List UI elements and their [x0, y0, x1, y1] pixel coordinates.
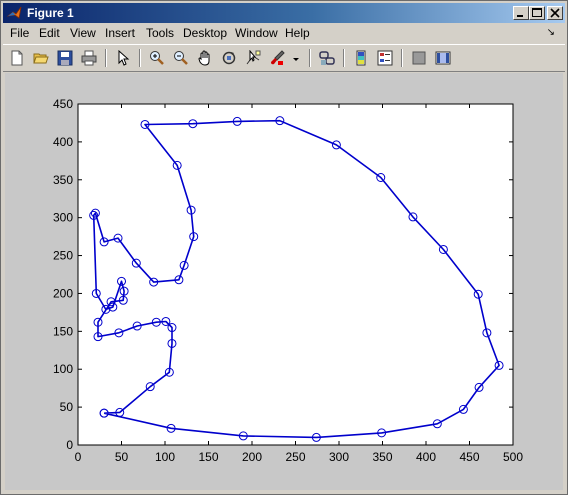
print-icon[interactable]: [79, 48, 99, 68]
menu-bar: File Edit View Insert Tools Desktop Wind…: [3, 24, 565, 43]
axes-box: [77, 103, 514, 446]
x-tick-label: 300: [329, 450, 349, 464]
matlab-logo-icon: [6, 5, 23, 21]
y-tick-label: 100: [53, 362, 73, 376]
menu-insert[interactable]: Insert: [105, 26, 135, 40]
menu-file[interactable]: File: [10, 26, 29, 40]
y-tick-label: 300: [53, 211, 73, 225]
pan-hand-icon[interactable]: [195, 48, 215, 68]
toolbar-separator: [105, 49, 107, 67]
x-tick-label: 100: [155, 450, 175, 464]
x-tick-label: 0: [75, 450, 82, 464]
y-tick-label: 350: [53, 173, 73, 187]
maximize-button[interactable]: [529, 6, 545, 20]
x-tick-label: 400: [416, 450, 436, 464]
open-file-icon[interactable]: [31, 48, 51, 68]
close-button[interactable]: [547, 6, 563, 20]
new-figure-icon[interactable]: [7, 48, 27, 68]
x-tick-label: 150: [198, 450, 218, 464]
y-tick-label: 0: [66, 438, 73, 452]
y-tick-label: 450: [53, 97, 73, 111]
menu-desktop[interactable]: Desktop: [183, 26, 227, 40]
save-icon[interactable]: [55, 48, 75, 68]
title-bar[interactable]: Figure 1: [3, 3, 565, 23]
edit-plot-arrow-icon[interactable]: [113, 48, 133, 68]
menu-help[interactable]: Help: [285, 26, 310, 40]
plot-axes-svg[interactable]: 0 50 100 150 200 250 300 350 400 450 500 0 50 100 150 2…: [5, 73, 563, 490]
x-tick-label: 50: [115, 450, 129, 464]
window-title: Figure 1: [27, 6, 74, 20]
menu-tools[interactable]: Tools: [146, 26, 174, 40]
x-tick-label: 200: [242, 450, 262, 464]
colorbar-icon[interactable]: [351, 48, 371, 68]
y-tick-label: 200: [53, 286, 73, 300]
toolbar-separator: [401, 49, 403, 67]
hide-plot-tools-icon[interactable]: [409, 48, 429, 68]
y-tick-label: 400: [53, 135, 73, 149]
legend-icon[interactable]: [375, 48, 395, 68]
y-tick-label: 150: [53, 324, 73, 338]
menu-edit[interactable]: Edit: [39, 26, 60, 40]
dock-arrow-icon[interactable]: ↘: [547, 27, 555, 38]
zoom-out-icon[interactable]: [171, 48, 191, 68]
brush-icon[interactable]: [267, 48, 287, 68]
link-plot-icon[interactable]: [317, 48, 337, 68]
data-cursor-icon[interactable]: [243, 48, 263, 68]
y-tick-label: 50: [60, 400, 74, 414]
toolbar-separator: [343, 49, 345, 67]
x-tick-label: 250: [285, 450, 305, 464]
toolbar-separator: [139, 49, 141, 67]
brush-dropdown-icon[interactable]: [289, 48, 301, 68]
rotate-3d-icon[interactable]: [219, 48, 239, 68]
menu-view[interactable]: View: [70, 26, 96, 40]
show-plot-tools-icon[interactable]: [433, 48, 453, 68]
figure-canvas: 0 50 100 150 200 250 300 350 400 450 500 0 50 100 150 2…: [5, 73, 563, 490]
x-tick-label: 500: [503, 450, 523, 464]
figure-toolbar: [3, 44, 565, 72]
zoom-in-icon[interactable]: [147, 48, 167, 68]
figure-window: Figure 1 File Edit View Insert Tools Des…: [0, 0, 568, 495]
x-tick-label: 450: [459, 450, 479, 464]
menu-window[interactable]: Window: [235, 26, 278, 40]
toolbar-separator: [309, 49, 311, 67]
x-tick-label: 350: [372, 450, 392, 464]
y-tick-label: 250: [53, 249, 73, 263]
minimize-button[interactable]: [513, 6, 529, 20]
